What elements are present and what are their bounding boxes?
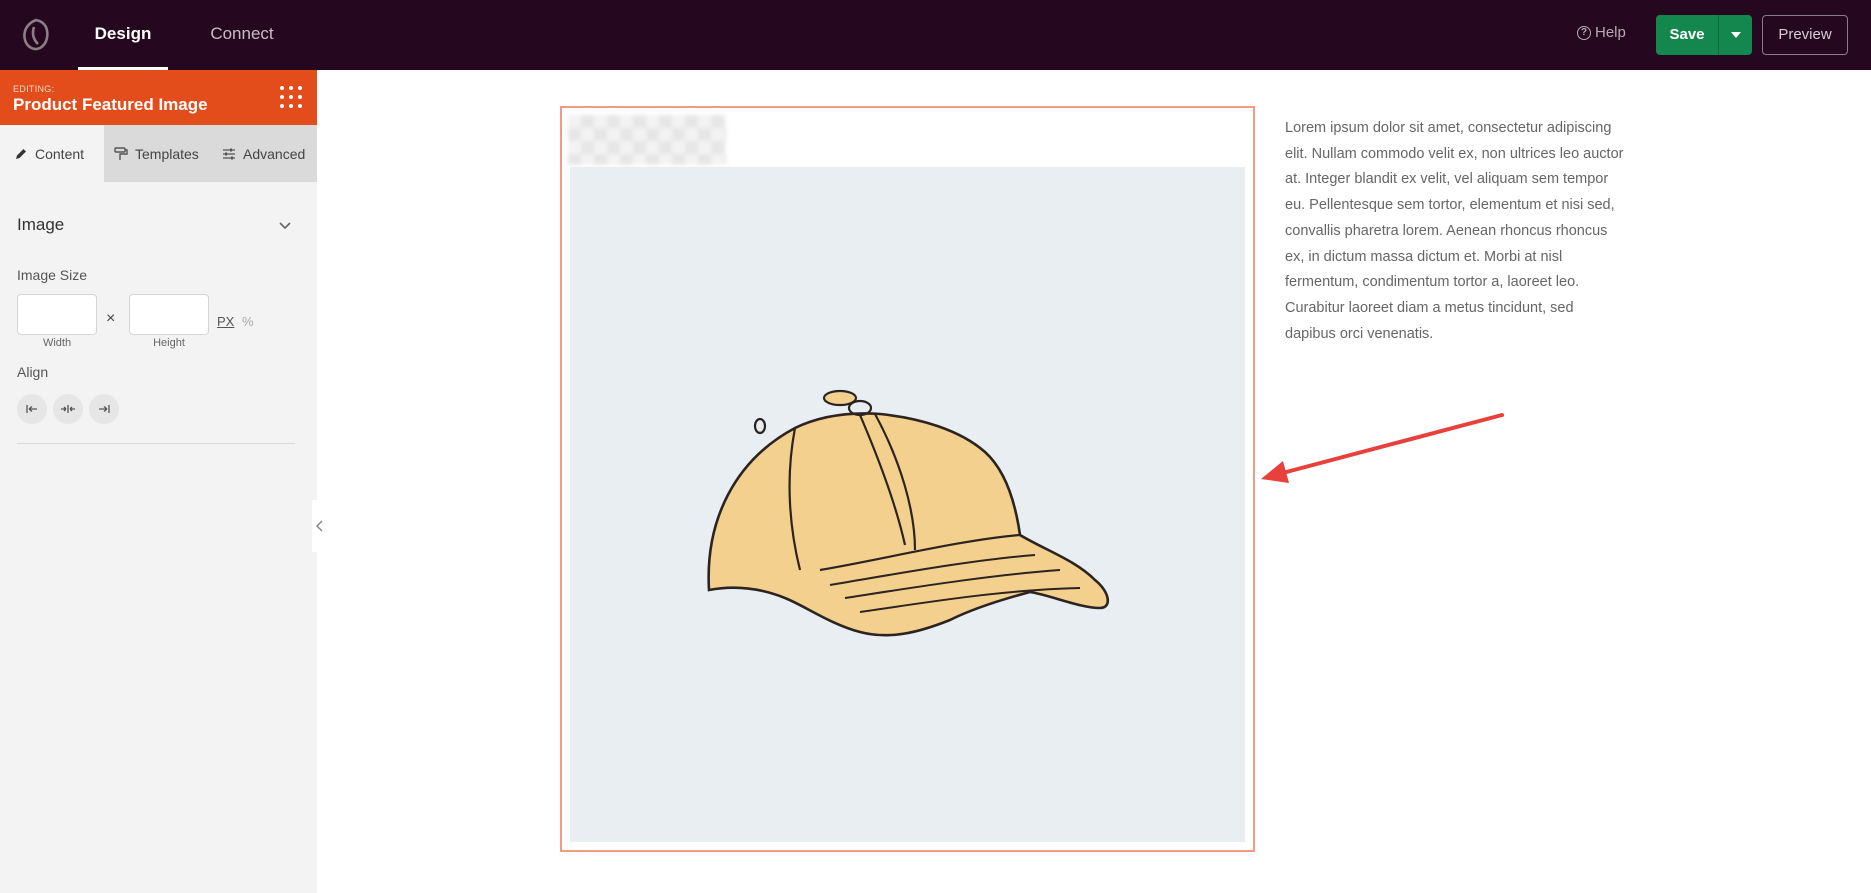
unit-px-toggle[interactable]: PX: [217, 314, 234, 329]
chevron-down-icon[interactable]: [278, 218, 292, 232]
tab-content[interactable]: Content: [0, 125, 104, 182]
help-link[interactable]: ? Help: [1577, 24, 1626, 41]
sidebar-tabs: Content Templates Advanced: [0, 125, 317, 182]
align-center-icon: [61, 405, 75, 413]
preview-button[interactable]: Preview: [1762, 15, 1848, 55]
editing-title: Product Featured Image: [13, 95, 208, 114]
paint-roller-icon: [114, 146, 128, 160]
tab-templates-label: Templates: [135, 145, 199, 162]
top-bar: Design Connect ? Help Save Preview: [0, 0, 1871, 70]
tab-connect[interactable]: Connect: [198, 0, 286, 70]
section-divider: [17, 443, 295, 444]
baseball-cap-image: [707, 389, 1109, 637]
image-placeholder-strip: [568, 115, 726, 165]
help-label: Help: [1595, 24, 1626, 41]
tab-advanced-label: Advanced: [243, 145, 306, 162]
lorem-paragraph: Lorem ipsum dolor sit amet, consectetur …: [1285, 120, 1624, 342]
align-left-icon: [26, 405, 37, 413]
align-right-button[interactable]: [89, 394, 119, 424]
settings-sidebar: EDITING: Product Featured Image Content …: [0, 70, 317, 893]
tab-templates[interactable]: Templates: [104, 125, 208, 182]
collapse-sidebar-handle[interactable]: [312, 500, 328, 552]
align-left-button[interactable]: [17, 394, 47, 424]
height-label: Height: [153, 337, 185, 349]
align-right-icon: [99, 405, 110, 413]
grid-menu-icon[interactable]: [280, 86, 302, 108]
unit-percent-toggle[interactable]: %: [242, 314, 254, 329]
save-button-group: Save: [1656, 15, 1752, 55]
chevron-left-icon: [315, 520, 323, 532]
align-center-button[interactable]: [53, 394, 83, 424]
height-input[interactable]: [129, 294, 209, 335]
times-symbol: ×: [106, 310, 116, 327]
help-icon: ?: [1577, 25, 1591, 40]
image-size-label: Image Size: [17, 267, 88, 283]
pencil-icon: [16, 148, 26, 159]
tab-advanced[interactable]: Advanced: [208, 125, 317, 182]
editing-kicker: EDITING:: [13, 84, 55, 94]
sliders-icon: [223, 148, 235, 159]
image-section-title[interactable]: Image: [17, 215, 64, 235]
red-arrow-annotation: [1261, 413, 1504, 483]
tab-design[interactable]: Design: [78, 0, 168, 70]
tab-content-label: Content: [35, 145, 85, 162]
width-input[interactable]: [17, 294, 97, 335]
editing-header: EDITING: Product Featured Image: [0, 70, 317, 125]
align-label: Align: [17, 364, 49, 380]
save-button[interactable]: Save: [1656, 15, 1718, 55]
width-label: Width: [42, 337, 72, 349]
save-options-dropdown[interactable]: [1718, 15, 1752, 55]
app-logo-icon[interactable]: [16, 15, 56, 55]
